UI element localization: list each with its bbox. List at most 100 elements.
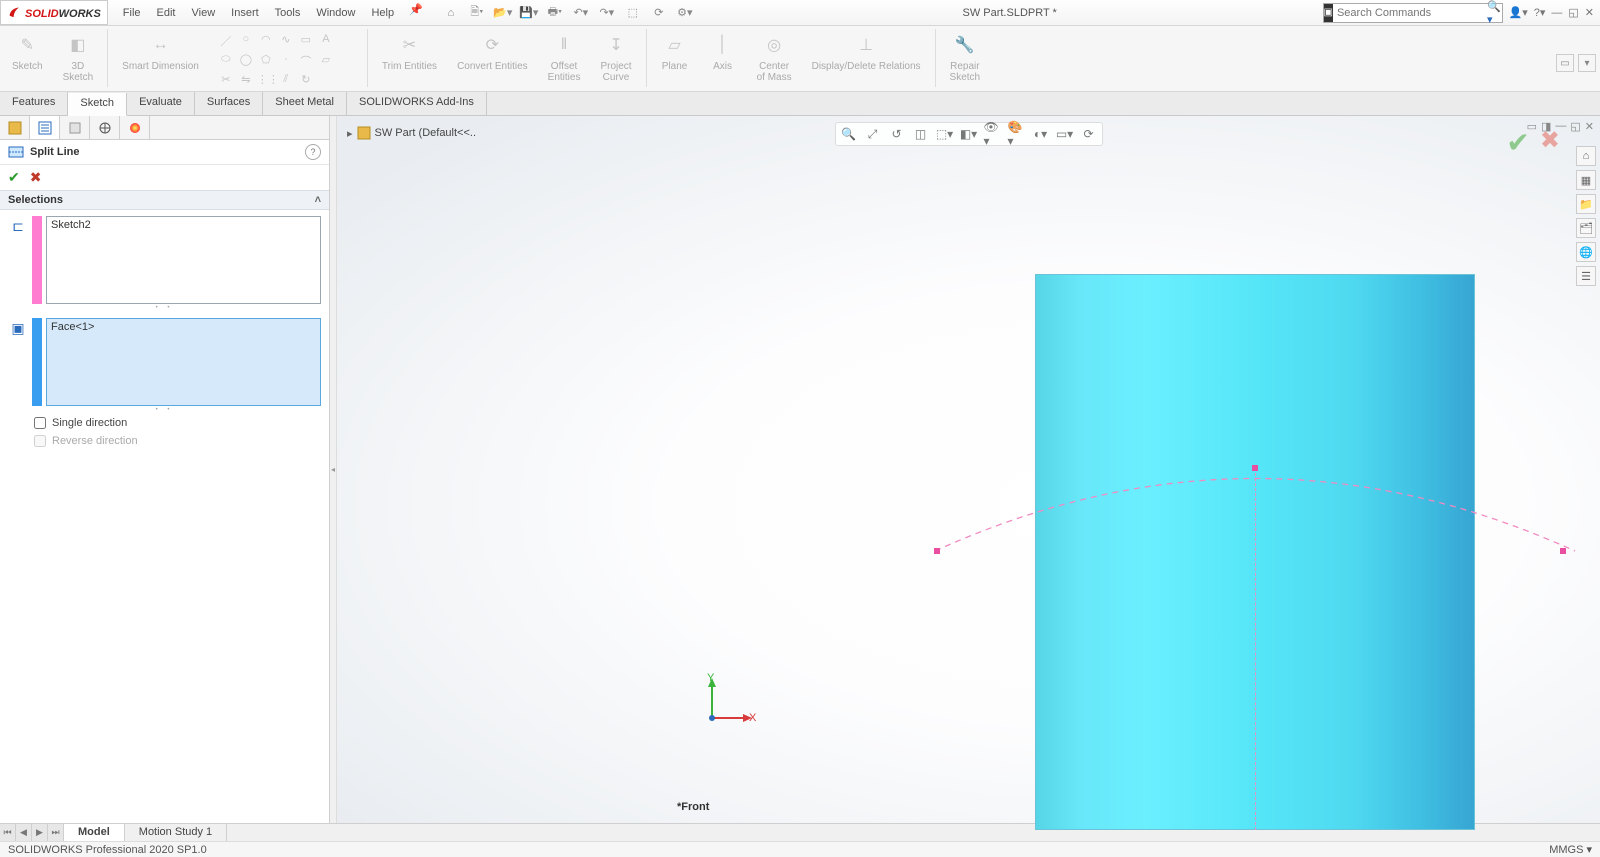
spline-icon[interactable]: ∿ [277, 33, 295, 51]
listbox-resize-handle[interactable] [0, 406, 329, 414]
home-icon[interactable]: ⌂ [439, 1, 463, 25]
slot-icon[interactable]: ⬭ [217, 53, 235, 71]
search-input[interactable] [1333, 7, 1483, 19]
pin-icon[interactable]: 📌 [403, 3, 429, 23]
maximize-icon[interactable]: ◱ [1568, 6, 1578, 19]
tab-sketch[interactable]: Sketch [68, 93, 127, 116]
trim-mini-icon[interactable]: ✂ [217, 73, 235, 91]
cmd-sketch[interactable]: ✎ Sketch [6, 29, 49, 74]
dimxpert-manager-tab[interactable] [90, 116, 120, 139]
open-icon[interactable]: 📂▾ [491, 1, 515, 25]
zoom-area-icon[interactable]: ⤢ [864, 125, 882, 143]
confirm-ok-icon[interactable]: ✔ [1506, 126, 1529, 159]
property-manager-tab[interactable] [30, 116, 60, 139]
rebuild-hud-icon[interactable]: ⟳ [1080, 125, 1098, 143]
display-manager-tab[interactable] [120, 116, 150, 139]
taskpane-properties-icon[interactable]: ☰ [1576, 266, 1596, 286]
pm-help-icon[interactable]: ? [305, 144, 321, 160]
tab-motion-study-1[interactable]: Motion Study 1 [125, 824, 227, 841]
convert-mini-icon[interactable]: ↻ [297, 73, 315, 91]
face-selection-box[interactable]: Face<1> [46, 318, 321, 406]
cmd-3d-sketch[interactable]: ◧ 3D Sketch [57, 29, 100, 85]
close-icon[interactable]: ✕ [1585, 6, 1594, 19]
options-icon[interactable]: ⚙▾ [673, 1, 697, 25]
hide-show-icon[interactable]: 👁▾ [984, 125, 1002, 143]
menu-tools[interactable]: Tools [268, 3, 308, 23]
redo-icon[interactable]: ↷▾ [595, 1, 619, 25]
apply-scene-icon[interactable]: ◐▾ [1032, 125, 1050, 143]
view-triad[interactable]: Y X [697, 673, 757, 733]
circle-icon[interactable]: ○ [237, 33, 255, 51]
polygon-icon[interactable]: ⬠ [257, 53, 275, 71]
mirror-icon[interactable]: ⇋ [237, 73, 255, 91]
new-icon[interactable]: 🗎▾ [465, 1, 489, 25]
taskpane-appearance-icon[interactable]: 🌐 [1576, 242, 1596, 262]
menu-edit[interactable]: Edit [150, 3, 183, 23]
sketch-entities-grid[interactable]: ／○◠∿▭A ⬭◯⬠·⌒▱ ✂⇋⋮⋮⫽↻ [213, 29, 359, 95]
cmd-project-curve[interactable]: ↧ Project Curve [594, 29, 637, 85]
point-icon[interactable]: · [277, 53, 295, 71]
tab-evaluate[interactable]: Evaluate [127, 92, 195, 115]
arc-icon[interactable]: ◠ [257, 33, 275, 51]
selections-section-header[interactable]: Selections ˄ [0, 190, 329, 210]
pm-cancel-button[interactable]: ✖ [30, 169, 42, 186]
ribbon-expand-icon[interactable]: ▭ [1556, 54, 1574, 72]
cmd-trim-entities[interactable]: ✂ Trim Entities [376, 29, 443, 74]
panel-splitter[interactable] [330, 116, 337, 823]
cmd-display-delete-relations[interactable]: ⊥ Display/Delete Relations [806, 29, 927, 74]
taskpane-explorer-icon[interactable]: 🗂 [1576, 218, 1596, 238]
menu-view[interactable]: View [185, 3, 223, 23]
previous-view-icon[interactable]: ↺ [888, 125, 906, 143]
fillet-icon[interactable]: ⌒ [297, 53, 315, 71]
taskpane-library-icon[interactable]: 📁 [1576, 194, 1596, 214]
pattern-icon[interactable]: ⋮⋮ [257, 73, 275, 91]
tab-last-icon[interactable]: ⏭ [48, 824, 64, 841]
tab-model[interactable]: Model [64, 824, 125, 841]
tab-prev-icon[interactable]: ◀ [16, 824, 32, 841]
cmd-repair-sketch[interactable]: 🔧 Repair Sketch [944, 29, 987, 85]
sketch-selection-box[interactable]: Sketch2 [46, 216, 321, 304]
menu-window[interactable]: Window [309, 3, 362, 23]
confirm-cancel-icon[interactable]: ✖ [1540, 126, 1560, 159]
tab-addins[interactable]: SOLIDWORKS Add-Ins [347, 92, 487, 115]
feature-manager-tab[interactable] [0, 116, 30, 139]
tab-sheet-metal[interactable]: Sheet Metal [263, 92, 347, 115]
single-direction-checkbox[interactable] [34, 417, 46, 429]
cmd-center-of-mass[interactable]: ◎ Center of Mass [751, 29, 798, 85]
flyout-feature-tree[interactable]: ▸ SW Part (Default<<.. [347, 126, 476, 140]
single-direction-row[interactable]: Single direction [0, 414, 329, 432]
cmd-offset-entities[interactable]: ‖ Offset Entities [542, 29, 587, 85]
zoom-fit-icon[interactable]: 🔍 [840, 125, 858, 143]
view-settings-icon[interactable]: ▭▾ [1056, 125, 1074, 143]
view-orientation-icon[interactable]: ⬚▾ [936, 125, 954, 143]
rebuild-icon[interactable]: ⟳ [647, 1, 671, 25]
edit-appearance-icon[interactable]: 🎨▾ [1008, 125, 1026, 143]
ellipse-icon[interactable]: ◯ [237, 53, 255, 71]
section-view-icon[interactable]: ◫ [912, 125, 930, 143]
undo-icon[interactable]: ↶▾ [569, 1, 593, 25]
cmd-axis[interactable]: │ Axis [703, 29, 743, 74]
midpoint-node[interactable] [1252, 465, 1258, 471]
text-icon[interactable]: A [317, 33, 335, 51]
cmd-convert-entities[interactable]: ⟳ Convert Entities [451, 29, 534, 74]
graphics-area[interactable]: ▭ ◨ — ◱ ✕ ▸ SW Part (Default<<.. 🔍 ⤢ ↺ ◫… [337, 116, 1600, 823]
print-icon[interactable]: 🖶▾ [543, 1, 567, 25]
help-icon[interactable]: ?▾ [1534, 6, 1546, 19]
expand-icon[interactable]: ▸ [347, 127, 353, 140]
cmd-plane[interactable]: ▱ Plane [655, 29, 695, 74]
tab-features[interactable]: Features [0, 92, 68, 115]
viewport-close-icon[interactable]: ✕ [1585, 120, 1594, 133]
search-commands[interactable]: ▣ 🔍▾ [1323, 3, 1503, 23]
menu-insert[interactable]: Insert [224, 3, 266, 23]
user-icon[interactable]: 👤▾ [1509, 6, 1528, 19]
offset-mini-icon[interactable]: ⫽ [277, 73, 295, 91]
save-icon[interactable]: 💾▾ [517, 1, 541, 25]
tab-next-icon[interactable]: ▶ [32, 824, 48, 841]
menu-help[interactable]: Help [364, 3, 401, 23]
taskpane-home-icon[interactable]: ⌂ [1576, 146, 1596, 166]
tab-surfaces[interactable]: Surfaces [195, 92, 263, 115]
ribbon-options-icon[interactable]: ▾ [1578, 54, 1596, 72]
menu-file[interactable]: File [116, 3, 148, 23]
magnify-icon[interactable]: 🔍▾ [1483, 0, 1505, 26]
rect-icon[interactable]: ▭ [297, 33, 315, 51]
